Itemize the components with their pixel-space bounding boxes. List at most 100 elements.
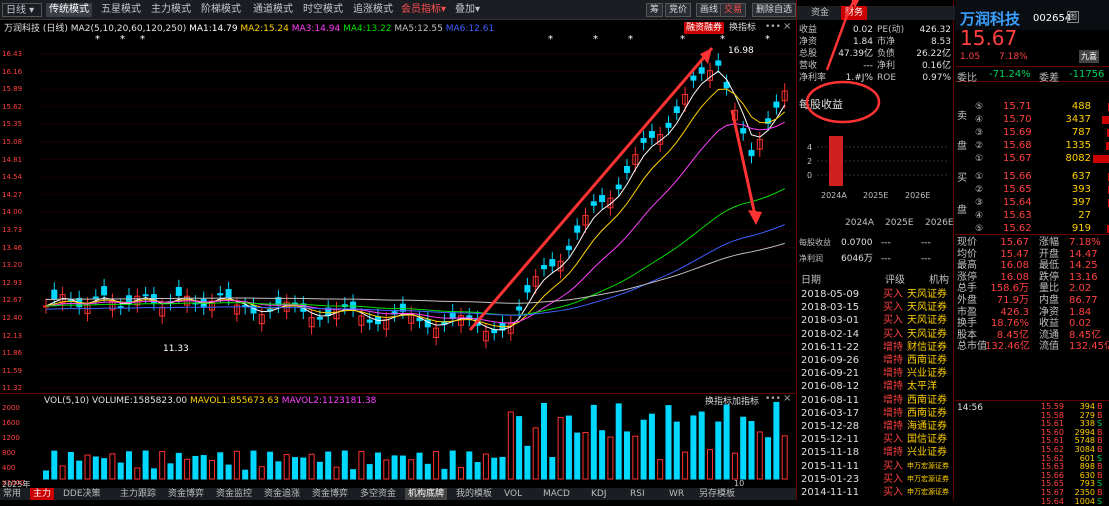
candle-body [716, 61, 721, 65]
forecast-label: 净利润 [799, 252, 823, 266]
tab-chase[interactable]: 追涨模式 [350, 3, 396, 17]
stat-label: 量比 [1039, 283, 1059, 295]
volume-bar [616, 404, 621, 479]
volume-bar [309, 454, 314, 479]
volume-bar [77, 461, 82, 479]
indicator-tab[interactable]: MACD [540, 488, 573, 500]
volume-bar [483, 454, 488, 479]
tab-space-time[interactable]: 时空模式 [300, 3, 346, 17]
indicator-tab[interactable]: 主力跟踪 [117, 488, 159, 500]
candle-body [600, 196, 605, 202]
stat-value: 8.45亿 [1069, 330, 1101, 342]
forecast-value: --- [921, 252, 931, 266]
rating-org: 海通证券 [907, 420, 947, 433]
volume-bar [201, 456, 206, 479]
indicator-tab[interactable]: 主力 [30, 488, 54, 500]
chip-button[interactable]: 筹 [646, 3, 663, 17]
trade-button[interactable]: 交易 [720, 3, 746, 17]
indicator-tab[interactable]: WR [666, 488, 687, 500]
stat-label: 开盘 [1039, 249, 1059, 261]
indicator-tab[interactable]: 资金追涨 [261, 488, 303, 500]
indicator-tab[interactable]: 我的模板 [453, 488, 495, 500]
volume-bar [542, 403, 547, 479]
indicator-tab-bar: 常用主力DDE决策主力跟踪资金博弈资金监控资金追涨资金博弈多空资金机构底牌我的模… [0, 488, 796, 500]
rating-grade: 买入 [883, 473, 903, 486]
stat-label: 跌停 [1039, 272, 1059, 284]
forecast-head: 2026E [925, 216, 954, 230]
rating-org: 申万宏源证券 [907, 486, 949, 499]
indicator-tab[interactable]: RSI [627, 488, 648, 500]
indicator-tab[interactable]: 常用 [0, 488, 24, 500]
volume-chart[interactable]: VOL(5,10) VOLUME:1585823.00 MAVOL1:85567… [0, 393, 796, 488]
indicator-tab[interactable]: 资金监控 [213, 488, 255, 500]
book-level: ① [975, 152, 983, 166]
candle-body [52, 290, 57, 298]
rating-org: 兴业证券 [907, 446, 947, 459]
volume-bar [517, 417, 522, 479]
tab-main-force[interactable]: 主力模式 [148, 3, 194, 17]
auction-button[interactable]: 竞价 [665, 3, 691, 17]
rating-org: 西南证券 [907, 394, 947, 407]
stat-label: 流通 [1039, 330, 1059, 342]
candle-body [691, 76, 696, 80]
tab-five-star[interactable]: 五星模式 [98, 3, 144, 17]
volume-bar [467, 452, 472, 479]
candle-body [774, 102, 779, 107]
stat-value: 14.25 [1069, 260, 1098, 272]
annotation-overlay [787, 0, 957, 130]
tab-traditional[interactable]: 传统模式 [46, 3, 92, 17]
volume-bar [608, 437, 613, 479]
indicator-tab[interactable]: DDE决策 [60, 488, 104, 500]
quote-panel: 万润科技 002654 图 15.67 1.05 7.18% 九喜 委比 -71… [955, 0, 1109, 500]
volume-bar [649, 414, 654, 479]
indicator-tab[interactable]: 另存模板 [696, 488, 738, 500]
volume-bar [102, 459, 107, 479]
volume-bar [724, 405, 729, 479]
rating-org: 天风证券 [907, 314, 947, 327]
rating-date: 2016-09-21 [801, 367, 859, 380]
stat-value: 8.45亿 [985, 330, 1029, 342]
book-level: ② [975, 183, 983, 197]
tab-ladder[interactable]: 阶梯模式 [198, 3, 244, 17]
book-level: ② [975, 139, 983, 153]
stat-label: 均价 [957, 249, 977, 261]
indicator-tab[interactable]: 资金博弈 [309, 488, 351, 500]
star-marker: * [720, 34, 725, 45]
book-volume: 787 [1055, 126, 1091, 140]
annotation-circle [807, 82, 879, 122]
volume-bar [400, 456, 405, 479]
stat-value: 13.16 [1069, 272, 1098, 284]
rating-date: 2015-12-28 [801, 420, 859, 433]
overlay-menu[interactable]: 叠加▾ [452, 3, 483, 17]
indicator-tab[interactable]: 多空资金 [357, 488, 399, 500]
period-select[interactable]: 日线 ▾ [2, 3, 42, 17]
indicator-tab[interactable]: 机构底牌 [405, 488, 447, 500]
member-indicator-menu[interactable]: 会员指标▾ [398, 3, 449, 17]
volume-bar [118, 463, 123, 479]
tab-channel[interactable]: 通道模式 [250, 3, 296, 17]
volume-bar [392, 456, 397, 479]
indicator-tab[interactable]: VOL [501, 488, 525, 500]
candle-body [143, 295, 148, 296]
indicator-tab[interactable]: 资金博弈 [165, 488, 207, 500]
book-price: 15.64 [1003, 196, 1032, 210]
volume-bar [210, 460, 215, 479]
eps-year-label: 2025E [863, 191, 888, 200]
stat-label: 内盘 [1039, 295, 1059, 307]
star-marker: * [765, 34, 770, 45]
candle-body [749, 150, 754, 155]
chart-icon[interactable]: 图 [1067, 11, 1079, 23]
draw-line-button[interactable]: 画线 [696, 3, 722, 17]
tag-badge[interactable]: 九喜 [1079, 50, 1099, 63]
candlestick-chart[interactable]: 万润科技 (日线) MA2(5,10,20,60,120,250) MA1:14… [0, 20, 796, 393]
sell-label: 卖 [957, 110, 967, 124]
stat-value: 132.45亿 [1069, 341, 1109, 353]
indicator-tab[interactable]: KDJ [588, 488, 610, 500]
volume-bar [351, 470, 356, 479]
rating-org: 西南证券 [907, 354, 947, 367]
candle-body [741, 129, 746, 133]
rating-org: 太平洋 [907, 380, 937, 393]
annotation-arrow-head [748, 210, 762, 225]
rating-grade: 增持 [883, 407, 903, 420]
rating-date: 2015-12-11 [801, 433, 859, 446]
